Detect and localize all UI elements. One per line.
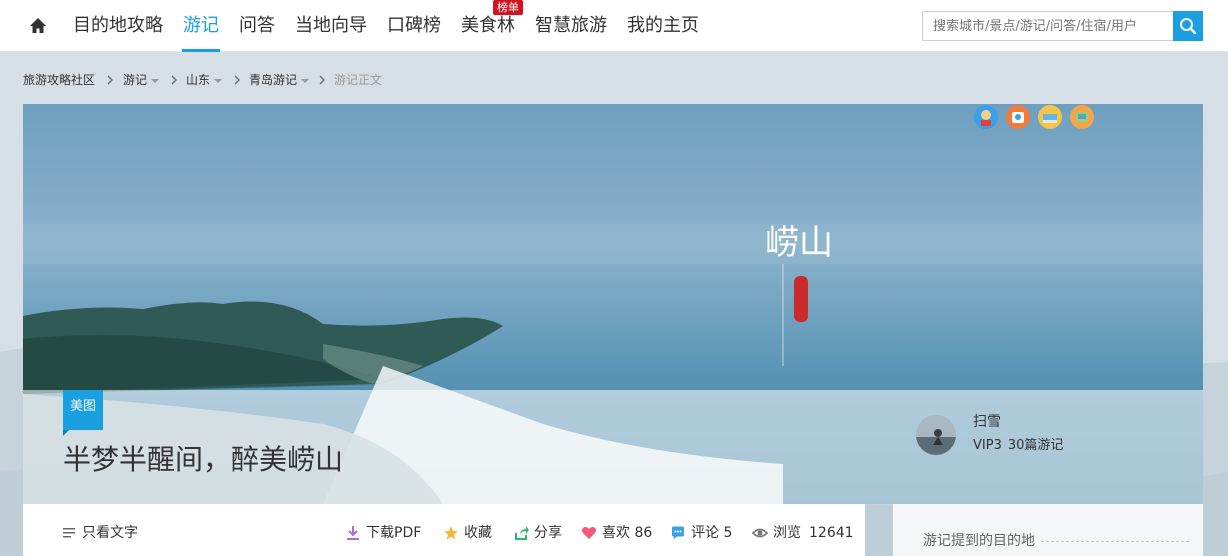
- chevron-right-icon: [107, 75, 113, 85]
- share-icon: [515, 526, 529, 540]
- like-button[interactable]: 喜欢 86: [581, 524, 652, 542]
- ranking-badge: 榜单: [493, 0, 523, 15]
- favorite-button[interactable]: 收藏: [443, 524, 492, 542]
- top-navigation: 目的地攻略 游记 问答 当地向导 口碑榜 美食林 榜单 智慧旅游 我的主页: [0, 0, 1228, 52]
- medal-icon[interactable]: [973, 104, 999, 130]
- red-seal-stamp: [794, 276, 808, 322]
- caret-down-icon: [214, 78, 223, 83]
- download-label: 下载PDF: [366, 525, 422, 541]
- author-travelogue-count[interactable]: 30篇游记: [1008, 438, 1064, 453]
- sidebar-divider: [1041, 541, 1189, 542]
- hero-banner: 崂山 美图 半梦半醒间，醉美崂山 扫雪 VIP3 30篇游记: [23, 104, 1203, 504]
- nav-item-food[interactable]: 美食林: [461, 14, 515, 38]
- search-button[interactable]: [1173, 11, 1203, 41]
- nav-item-local-guide[interactable]: 当地向导: [295, 14, 367, 38]
- author-meta: VIP3 30篇游记: [973, 437, 1063, 455]
- author-avatar[interactable]: [916, 415, 956, 455]
- nav-item-destination-guide[interactable]: 目的地攻略: [73, 14, 163, 38]
- author-level: VIP3: [973, 438, 1002, 453]
- view-count: 浏览 12641: [752, 524, 854, 542]
- like-label: 喜欢 86: [602, 525, 653, 541]
- breadcrumb-travelogue-label: 游记: [123, 73, 148, 87]
- share-label: 分享: [534, 525, 562, 541]
- caret-down-icon: [301, 78, 310, 83]
- nav-item-ranking[interactable]: 口碑榜: [387, 14, 441, 38]
- breadcrumb-travelogue[interactable]: 游记: [123, 71, 160, 89]
- text-only-toggle[interactable]: 只看文字: [61, 524, 138, 542]
- eye-icon: [752, 528, 768, 538]
- chevron-right-icon: [171, 75, 177, 85]
- chevron-right-icon: [319, 75, 325, 85]
- sidebar-destinations: 游记提到的目的地: [893, 504, 1203, 556]
- nav-item-qa[interactable]: 问答: [239, 14, 275, 38]
- views-label: 浏览: [773, 525, 801, 541]
- breadcrumb-qingdao-label: 青岛游记: [249, 73, 298, 87]
- medal-icon[interactable]: [1005, 104, 1031, 130]
- medal-icon[interactable]: [1069, 104, 1095, 130]
- star-icon: [444, 526, 458, 540]
- heart-icon: [581, 527, 597, 539]
- breadcrumb-qingdao[interactable]: 青岛游记: [249, 71, 310, 89]
- chevron-right-icon: [234, 75, 240, 85]
- nav-active-indicator: [182, 49, 220, 52]
- article-action-bar: 只看文字 下载PDF 收藏 分享 喜欢 86 评论 5 浏览 12641: [23, 504, 865, 556]
- medal-icon[interactable]: [1037, 104, 1063, 130]
- favorite-label: 收藏: [464, 525, 492, 541]
- download-icon: [347, 526, 359, 540]
- nav-item-smart-travel[interactable]: 智慧旅游: [535, 14, 607, 38]
- category-tag[interactable]: 美图: [63, 390, 103, 436]
- text-lines-icon: [63, 528, 75, 538]
- breadcrumb-community[interactable]: 旅游攻略社区: [23, 71, 95, 89]
- breadcrumb-shandong-label: 山东: [186, 73, 211, 87]
- comment-icon: [672, 526, 684, 540]
- search-input[interactable]: [922, 11, 1174, 41]
- comment-label: 评论 5: [691, 525, 733, 541]
- nav-item-travelogue[interactable]: 游记: [183, 14, 219, 38]
- comment-button[interactable]: 评论 5: [670, 524, 732, 542]
- breadcrumb-current: 游记正文: [334, 73, 383, 87]
- svg-text:崂山: 崂山: [765, 223, 833, 263]
- author-name[interactable]: 扫雪: [973, 413, 1001, 431]
- travelogue-title: 半梦半醒间，醉美崂山: [63, 443, 344, 476]
- search-icon: [1180, 18, 1197, 35]
- caret-down-icon: [151, 78, 160, 83]
- home-icon[interactable]: [28, 16, 48, 36]
- share-button[interactable]: 分享: [513, 524, 562, 542]
- sidebar-title: 游记提到的目的地: [923, 533, 1035, 549]
- download-pdf-button[interactable]: 下载PDF: [345, 524, 421, 542]
- text-only-label: 只看文字: [82, 525, 138, 541]
- views-count: 12641: [809, 525, 854, 541]
- breadcrumb-shandong[interactable]: 山东: [186, 71, 223, 89]
- nav-item-my-home[interactable]: 我的主页: [627, 14, 699, 38]
